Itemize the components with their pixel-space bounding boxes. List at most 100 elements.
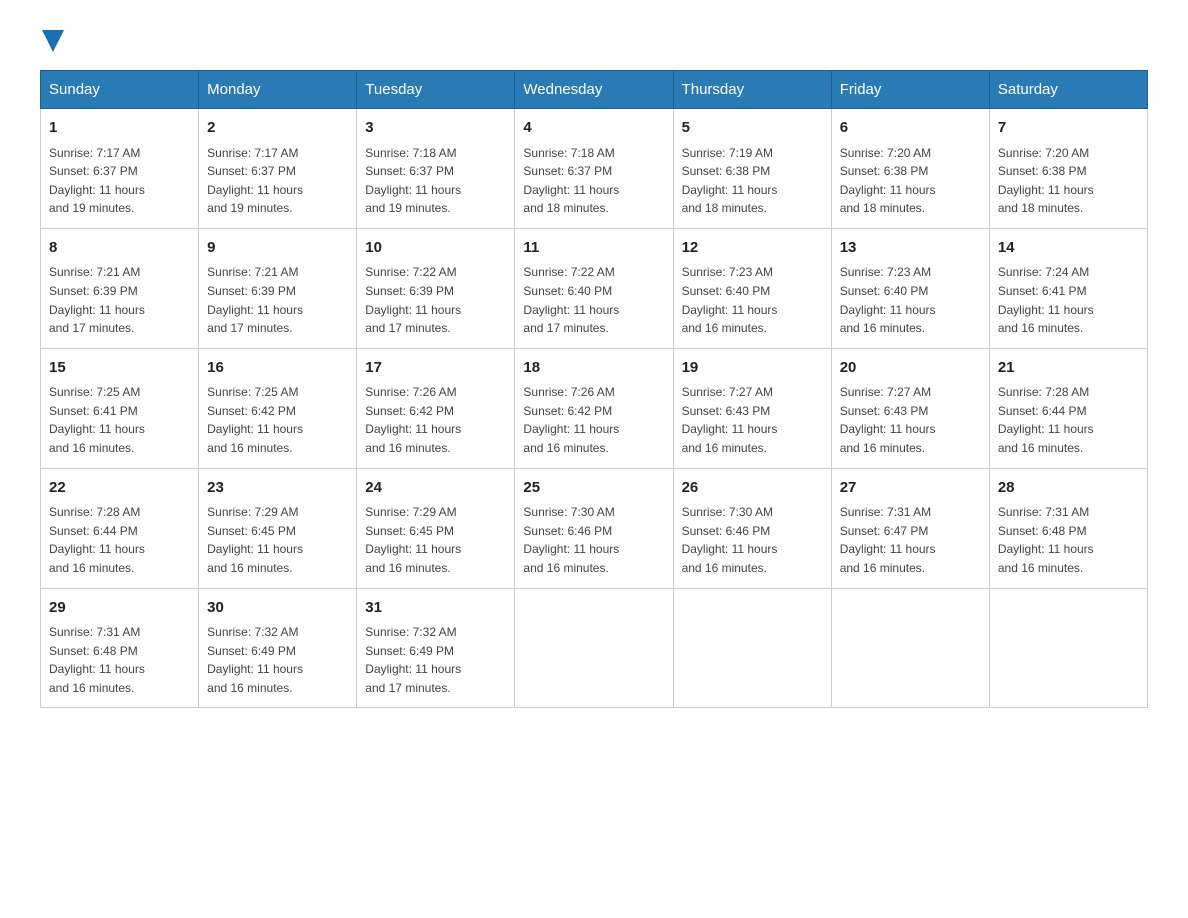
logo-triangle-icon — [42, 30, 64, 52]
day-number: 12 — [682, 237, 823, 260]
day-number: 8 — [49, 237, 190, 260]
day-info: Sunrise: 7:17 AM Sunset: 6:37 PM Dayligh… — [49, 144, 190, 218]
logo — [40, 30, 64, 50]
day-header-saturday: Saturday — [989, 71, 1147, 109]
day-number: 28 — [998, 477, 1139, 500]
calendar-cell: 28 Sunrise: 7:31 AM Sunset: 6:48 PM Dayl… — [989, 468, 1147, 588]
day-info: Sunrise: 7:25 AM Sunset: 6:42 PM Dayligh… — [207, 383, 348, 457]
calendar-cell: 10 Sunrise: 7:22 AM Sunset: 6:39 PM Dayl… — [357, 228, 515, 348]
day-info: Sunrise: 7:30 AM Sunset: 6:46 PM Dayligh… — [523, 503, 664, 577]
calendar-cell: 18 Sunrise: 7:26 AM Sunset: 6:42 PM Dayl… — [515, 348, 673, 468]
calendar-cell: 21 Sunrise: 7:28 AM Sunset: 6:44 PM Dayl… — [989, 348, 1147, 468]
day-info: Sunrise: 7:31 AM Sunset: 6:47 PM Dayligh… — [840, 503, 981, 577]
day-number: 23 — [207, 477, 348, 500]
calendar-cell: 15 Sunrise: 7:25 AM Sunset: 6:41 PM Dayl… — [41, 348, 199, 468]
day-info: Sunrise: 7:21 AM Sunset: 6:39 PM Dayligh… — [207, 263, 348, 337]
day-info: Sunrise: 7:20 AM Sunset: 6:38 PM Dayligh… — [998, 144, 1139, 218]
day-number: 15 — [49, 357, 190, 380]
day-number: 3 — [365, 117, 506, 140]
calendar-cell: 24 Sunrise: 7:29 AM Sunset: 6:45 PM Dayl… — [357, 468, 515, 588]
calendar-cell: 2 Sunrise: 7:17 AM Sunset: 6:37 PM Dayli… — [199, 109, 357, 229]
day-info: Sunrise: 7:31 AM Sunset: 6:48 PM Dayligh… — [998, 503, 1139, 577]
day-number: 18 — [523, 357, 664, 380]
day-info: Sunrise: 7:31 AM Sunset: 6:48 PM Dayligh… — [49, 623, 190, 697]
day-number: 1 — [49, 117, 190, 140]
calendar-cell: 22 Sunrise: 7:28 AM Sunset: 6:44 PM Dayl… — [41, 468, 199, 588]
calendar-cell: 6 Sunrise: 7:20 AM Sunset: 6:38 PM Dayli… — [831, 109, 989, 229]
day-number: 17 — [365, 357, 506, 380]
day-info: Sunrise: 7:18 AM Sunset: 6:37 PM Dayligh… — [523, 144, 664, 218]
day-info: Sunrise: 7:32 AM Sunset: 6:49 PM Dayligh… — [365, 623, 506, 697]
calendar-cell: 25 Sunrise: 7:30 AM Sunset: 6:46 PM Dayl… — [515, 468, 673, 588]
day-info: Sunrise: 7:26 AM Sunset: 6:42 PM Dayligh… — [523, 383, 664, 457]
calendar-cell: 11 Sunrise: 7:22 AM Sunset: 6:40 PM Dayl… — [515, 228, 673, 348]
day-info: Sunrise: 7:26 AM Sunset: 6:42 PM Dayligh… — [365, 383, 506, 457]
day-info: Sunrise: 7:22 AM Sunset: 6:39 PM Dayligh… — [365, 263, 506, 337]
day-info: Sunrise: 7:18 AM Sunset: 6:37 PM Dayligh… — [365, 144, 506, 218]
calendar-cell: 5 Sunrise: 7:19 AM Sunset: 6:38 PM Dayli… — [673, 109, 831, 229]
day-info: Sunrise: 7:30 AM Sunset: 6:46 PM Dayligh… — [682, 503, 823, 577]
calendar-week-3: 15 Sunrise: 7:25 AM Sunset: 6:41 PM Dayl… — [41, 348, 1148, 468]
day-info: Sunrise: 7:29 AM Sunset: 6:45 PM Dayligh… — [207, 503, 348, 577]
calendar-cell — [515, 588, 673, 708]
calendar-cell: 23 Sunrise: 7:29 AM Sunset: 6:45 PM Dayl… — [199, 468, 357, 588]
calendar-cell: 29 Sunrise: 7:31 AM Sunset: 6:48 PM Dayl… — [41, 588, 199, 708]
day-header-monday: Monday — [199, 71, 357, 109]
calendar-cell: 9 Sunrise: 7:21 AM Sunset: 6:39 PM Dayli… — [199, 228, 357, 348]
day-number: 4 — [523, 117, 664, 140]
calendar-cell: 19 Sunrise: 7:27 AM Sunset: 6:43 PM Dayl… — [673, 348, 831, 468]
day-header-wednesday: Wednesday — [515, 71, 673, 109]
calendar-cell: 26 Sunrise: 7:30 AM Sunset: 6:46 PM Dayl… — [673, 468, 831, 588]
calendar-cell — [989, 588, 1147, 708]
day-info: Sunrise: 7:28 AM Sunset: 6:44 PM Dayligh… — [998, 383, 1139, 457]
day-info: Sunrise: 7:27 AM Sunset: 6:43 PM Dayligh… — [682, 383, 823, 457]
day-number: 5 — [682, 117, 823, 140]
day-number: 24 — [365, 477, 506, 500]
calendar-week-1: 1 Sunrise: 7:17 AM Sunset: 6:37 PM Dayli… — [41, 109, 1148, 229]
day-number: 14 — [998, 237, 1139, 260]
day-number: 20 — [840, 357, 981, 380]
day-header-friday: Friday — [831, 71, 989, 109]
day-info: Sunrise: 7:23 AM Sunset: 6:40 PM Dayligh… — [840, 263, 981, 337]
calendar-cell: 31 Sunrise: 7:32 AM Sunset: 6:49 PM Dayl… — [357, 588, 515, 708]
day-info: Sunrise: 7:22 AM Sunset: 6:40 PM Dayligh… — [523, 263, 664, 337]
day-number: 16 — [207, 357, 348, 380]
calendar-cell: 3 Sunrise: 7:18 AM Sunset: 6:37 PM Dayli… — [357, 109, 515, 229]
day-info: Sunrise: 7:27 AM Sunset: 6:43 PM Dayligh… — [840, 383, 981, 457]
day-info: Sunrise: 7:28 AM Sunset: 6:44 PM Dayligh… — [49, 503, 190, 577]
calendar-cell: 13 Sunrise: 7:23 AM Sunset: 6:40 PM Dayl… — [831, 228, 989, 348]
day-info: Sunrise: 7:25 AM Sunset: 6:41 PM Dayligh… — [49, 383, 190, 457]
day-info: Sunrise: 7:20 AM Sunset: 6:38 PM Dayligh… — [840, 144, 981, 218]
calendar-cell: 17 Sunrise: 7:26 AM Sunset: 6:42 PM Dayl… — [357, 348, 515, 468]
day-number: 25 — [523, 477, 664, 500]
day-number: 2 — [207, 117, 348, 140]
day-number: 27 — [840, 477, 981, 500]
calendar-table: SundayMondayTuesdayWednesdayThursdayFrid… — [40, 70, 1148, 708]
calendar-cell — [673, 588, 831, 708]
day-number: 7 — [998, 117, 1139, 140]
day-info: Sunrise: 7:19 AM Sunset: 6:38 PM Dayligh… — [682, 144, 823, 218]
day-header-thursday: Thursday — [673, 71, 831, 109]
day-number: 22 — [49, 477, 190, 500]
day-number: 29 — [49, 597, 190, 620]
calendar-cell: 7 Sunrise: 7:20 AM Sunset: 6:38 PM Dayli… — [989, 109, 1147, 229]
day-info: Sunrise: 7:17 AM Sunset: 6:37 PM Dayligh… — [207, 144, 348, 218]
page-header — [40, 30, 1148, 50]
day-number: 11 — [523, 237, 664, 260]
day-number: 26 — [682, 477, 823, 500]
day-number: 30 — [207, 597, 348, 620]
day-info: Sunrise: 7:23 AM Sunset: 6:40 PM Dayligh… — [682, 263, 823, 337]
day-number: 6 — [840, 117, 981, 140]
calendar-week-5: 29 Sunrise: 7:31 AM Sunset: 6:48 PM Dayl… — [41, 588, 1148, 708]
day-number: 9 — [207, 237, 348, 260]
calendar-week-4: 22 Sunrise: 7:28 AM Sunset: 6:44 PM Dayl… — [41, 468, 1148, 588]
calendar-cell: 14 Sunrise: 7:24 AM Sunset: 6:41 PM Dayl… — [989, 228, 1147, 348]
calendar-cell — [831, 588, 989, 708]
day-number: 19 — [682, 357, 823, 380]
day-number: 31 — [365, 597, 506, 620]
calendar-header-row: SundayMondayTuesdayWednesdayThursdayFrid… — [41, 71, 1148, 109]
calendar-cell: 12 Sunrise: 7:23 AM Sunset: 6:40 PM Dayl… — [673, 228, 831, 348]
day-number: 10 — [365, 237, 506, 260]
calendar-cell: 30 Sunrise: 7:32 AM Sunset: 6:49 PM Dayl… — [199, 588, 357, 708]
calendar-cell: 1 Sunrise: 7:17 AM Sunset: 6:37 PM Dayli… — [41, 109, 199, 229]
